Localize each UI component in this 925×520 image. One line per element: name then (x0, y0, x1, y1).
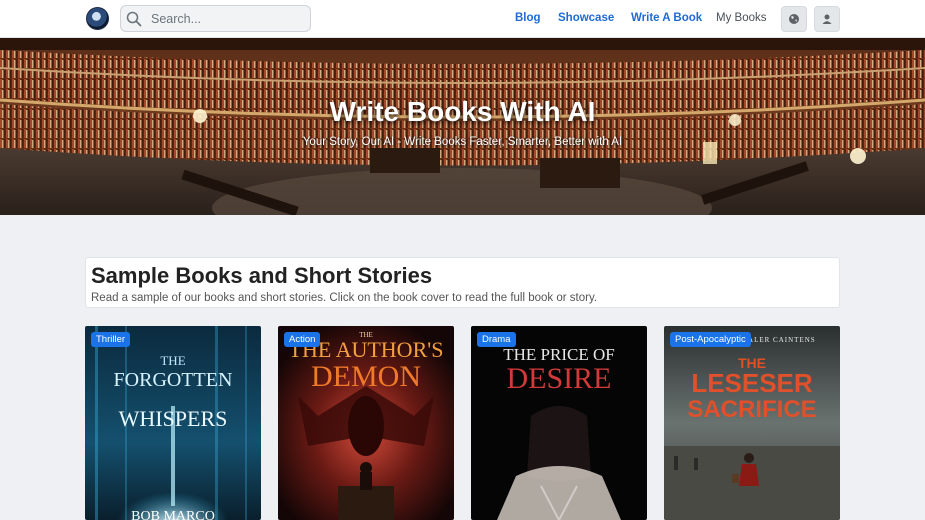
language-button[interactable] (781, 6, 807, 32)
book-author: BOB MARCO (131, 509, 215, 520)
section-header-card: Sample Books and Short Stories Read a sa… (85, 257, 840, 308)
book-title-line: DEMON (311, 360, 421, 393)
genre-badge: Thriller (91, 332, 131, 347)
user-menu-button[interactable] (814, 6, 840, 32)
logo[interactable] (86, 7, 109, 30)
nav-showcase-link[interactable]: Showcase (558, 12, 614, 24)
book-title-line: WHISPERS (118, 406, 228, 431)
book-card-price-of-desire[interactable]: THE PRICE OF DESIRE Drama (471, 326, 647, 520)
search-box[interactable] (120, 5, 311, 32)
section-title: Sample Books and Short Stories (91, 263, 433, 288)
nav-my-books-link[interactable]: My Books (716, 12, 767, 24)
book-title-line: FORGOTTEN (113, 369, 233, 391)
navbar: Blog Showcase Write A Book My Books (0, 0, 925, 38)
genre-badge: Drama (477, 332, 516, 347)
genre-badge: Post-Apocalyptic (670, 332, 751, 347)
book-card-authors-demon[interactable]: THE THE AUTHOR'S DEMON Action (278, 326, 454, 520)
nav-blog-link[interactable]: Blog (515, 12, 541, 24)
hero-banner: Write Books With AI Your Story, Our AI -… (0, 38, 925, 215)
book-title-line: LESESER (691, 368, 813, 398)
hero-title: Write Books With AI (329, 96, 596, 127)
nav-write-a-book-link[interactable]: Write A Book (631, 12, 702, 24)
section-description: Read a sample of our books and short sto… (91, 292, 598, 304)
book-title-line: DESIRE (506, 362, 612, 395)
book-card-forgotten-whispers[interactable]: THE FORGOTTEN WHISPERS BOB MARCO Thrille… (85, 326, 261, 520)
book-card-leseser-sacrifice[interactable]: TALER CAINTENS THE LESESER SACRIFICE Pos… (664, 326, 840, 520)
search-input[interactable] (151, 9, 306, 29)
hero-subtitle: Your Story, Our AI - Write Books Faster,… (302, 136, 623, 148)
user-icon (822, 14, 832, 24)
book-title-line: SACRIFICE (687, 396, 817, 423)
book-title-line: THE (160, 353, 186, 368)
genre-badge: Action (284, 332, 321, 347)
book-title-line: THE PRICE OF (503, 345, 615, 364)
globe-icon (789, 14, 799, 24)
search-icon (126, 11, 142, 27)
